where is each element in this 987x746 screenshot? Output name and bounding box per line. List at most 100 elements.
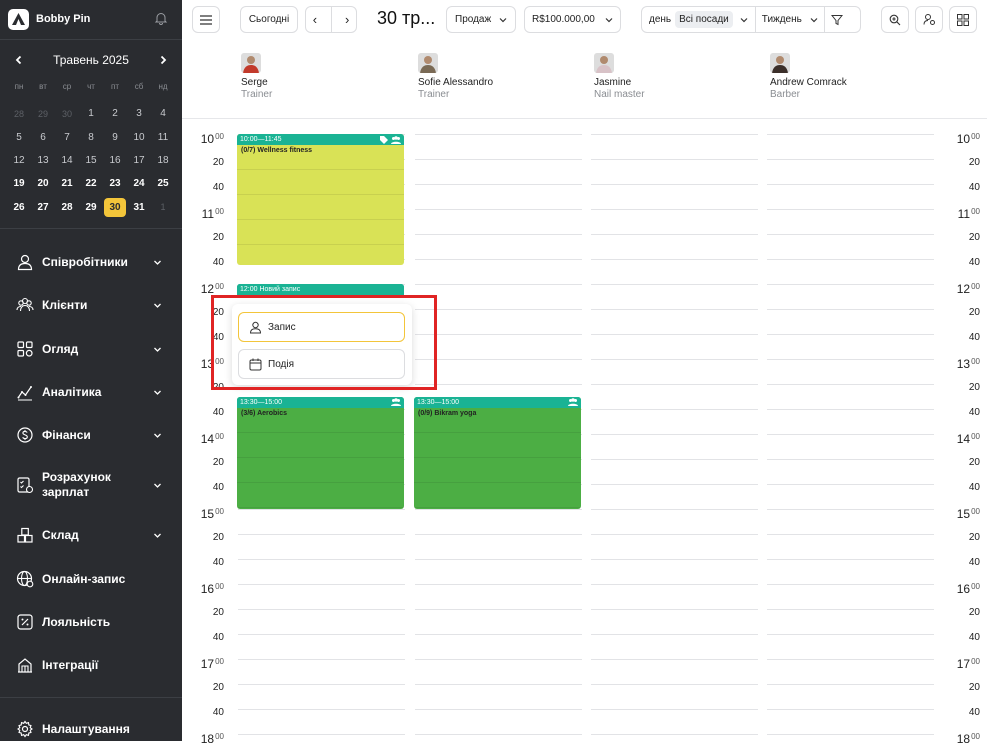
nav-item-finance[interactable]: Фінанси — [16, 425, 168, 445]
chevron-down-icon[interactable] — [153, 431, 162, 440]
filter-icon[interactable] — [830, 14, 843, 26]
calendar-day[interactable]: 5 — [7, 125, 31, 148]
calendar-day[interactable]: 15 — [79, 149, 103, 172]
create-appointment-option[interactable]: Запис — [238, 312, 405, 342]
calendar-day[interactable]: 1 — [79, 102, 103, 125]
calendar-day[interactable]: 4 — [151, 102, 175, 125]
calendar-day[interactable]: 8 — [79, 125, 103, 148]
nav-item-percent[interactable]: Лояльність — [16, 612, 168, 632]
next-date-button[interactable]: › — [345, 12, 349, 27]
calendar-day[interactable]: 31 — [127, 196, 151, 219]
staff-column-header[interactable]: Andrew Comrack Barber — [770, 53, 920, 100]
calendar-day[interactable]: 6 — [31, 125, 55, 148]
calendar-day[interactable]: 29 — [79, 196, 103, 219]
weekday-label: сб — [134, 82, 144, 91]
layout-button[interactable] — [949, 6, 977, 33]
calendar-day[interactable]: 26 — [7, 196, 31, 219]
chevron-down-icon[interactable] — [153, 258, 162, 267]
calendar-day[interactable]: 19 — [7, 172, 31, 195]
prev-date-button[interactable]: ‹ — [313, 12, 317, 27]
calendar-day[interactable]: 29 — [31, 102, 55, 125]
calendar-day[interactable]: 18 — [151, 149, 175, 172]
nav-item-integrations[interactable]: Інтеграції — [16, 655, 168, 675]
menu-button[interactable] — [192, 6, 220, 33]
calendar-day[interactable]: 27 — [31, 196, 55, 219]
hour-label: 11 — [957, 207, 971, 221]
chevron-right-icon — [160, 55, 167, 65]
calendar-day[interactable]: 30 — [55, 102, 79, 125]
amount-dropdown[interactable]: R$100.000,00 — [524, 6, 621, 33]
calendar-day[interactable]: 2 — [103, 102, 127, 125]
calendar-day[interactable]: 21 — [55, 172, 79, 195]
slot-line — [415, 209, 582, 210]
calendar-day[interactable]: 20 — [31, 172, 55, 195]
date-title[interactable]: 30 тр... — [377, 8, 435, 29]
calendar-day[interactable]: 1 — [151, 196, 175, 219]
slot-line — [415, 309, 582, 310]
calendar-day[interactable]: 24 — [127, 172, 151, 195]
create-event-option[interactable]: Подія — [238, 349, 405, 379]
calendar-day[interactable]: 28 — [7, 102, 31, 125]
nav-item-person[interactable]: Співробітники — [16, 252, 168, 272]
calendar-event[interactable]: 13:30—15:00 (3/6) Aerobics — [237, 396, 404, 509]
slot-line — [591, 434, 758, 435]
calendar-day[interactable]: 14 — [55, 149, 79, 172]
nav-item-warehouse[interactable]: Склад — [16, 525, 168, 545]
chevron-down-icon[interactable] — [740, 17, 748, 23]
day-view-button[interactable]: день — [649, 14, 671, 25]
today-button[interactable]: Сьогодні — [240, 6, 298, 33]
chevron-down-icon[interactable] — [153, 345, 162, 354]
calendar-day[interactable]: 13 — [31, 149, 55, 172]
calendar-day[interactable]: 28 — [55, 196, 79, 219]
slot-line — [238, 559, 405, 560]
minute-label: 20 — [212, 457, 224, 468]
zoom-button[interactable] — [881, 6, 909, 33]
chevron-down-icon[interactable] — [153, 301, 162, 310]
group-icon — [391, 398, 401, 406]
calendar-day[interactable]: 9 — [103, 125, 127, 148]
week-view-dropdown[interactable]: Тиждень — [762, 14, 802, 25]
calendar-day[interactable]: 25 — [151, 172, 175, 195]
staff-column-header[interactable]: Serge Trainer — [241, 53, 391, 100]
user-settings-icon — [923, 14, 935, 25]
chevron-down-icon[interactable] — [153, 388, 162, 397]
chevron-down-icon[interactable] — [810, 17, 818, 23]
calendar-day[interactable]: 12 — [7, 149, 31, 172]
hour-label: 17 — [956, 657, 971, 671]
staff-column-header[interactable]: Sofie Alessandro Trainer — [418, 53, 568, 100]
calendar-day[interactable]: 3 — [127, 102, 151, 125]
calendar-day[interactable]: 7 — [55, 125, 79, 148]
staff-settings-button[interactable] — [915, 6, 943, 33]
event-slot-lines — [237, 407, 404, 509]
calendar-day[interactable]: 10 — [127, 125, 151, 148]
calendar-event[interactable]: 13:30—15:00 (0/9) Bikram yoga — [414, 396, 581, 509]
staff-column-header[interactable]: Jasmine Nail master — [594, 53, 744, 100]
prev-month-button[interactable] — [10, 51, 28, 69]
nav-item-globe[interactable]: Онлайн-запис — [16, 569, 168, 589]
schedule-grid[interactable]: 1000 1000 20 20 40 40 1100 1100 20 20 40 40 1200 1200… — [182, 120, 987, 746]
brand[interactable]: Bobby Pin — [8, 8, 174, 30]
calendar-event[interactable]: 12:00 Новий запис — [237, 284, 404, 297]
nav-item-gear[interactable]: Налаштування — [16, 719, 168, 739]
nav-item-analytics[interactable]: Аналітика — [16, 382, 168, 402]
nav-item-overview[interactable]: Огляд — [16, 339, 168, 359]
minute-label: 40 — [212, 707, 224, 718]
calendar-day[interactable]: 23 — [103, 172, 127, 195]
weekday-label: ср — [62, 82, 72, 91]
bell-icon[interactable] — [154, 11, 168, 25]
amount-label: R$100.000,00 — [532, 14, 595, 25]
calendar-day[interactable]: 17 — [127, 149, 151, 172]
nav-item-payroll[interactable]: Розрахунок зарплат — [16, 466, 168, 504]
positions-filter[interactable]: Всі посади — [675, 11, 733, 28]
calendar-day[interactable]: 11 — [151, 125, 175, 148]
calendar-event[interactable]: 10:00—11:45 (0/7) Wellness fitness — [237, 134, 404, 266]
next-month-button[interactable] — [154, 51, 172, 69]
nav-item-clients[interactable]: Клієнти — [16, 295, 168, 315]
calendar-day[interactable]: 16 — [103, 149, 127, 172]
calendar-day[interactable]: 30 — [104, 197, 126, 217]
minute-label: 40 — [212, 407, 224, 418]
sales-dropdown[interactable]: Продаж — [446, 6, 516, 33]
chevron-down-icon[interactable] — [153, 481, 162, 490]
calendar-day[interactable]: 22 — [79, 172, 103, 195]
chevron-down-icon[interactable] — [153, 531, 162, 540]
